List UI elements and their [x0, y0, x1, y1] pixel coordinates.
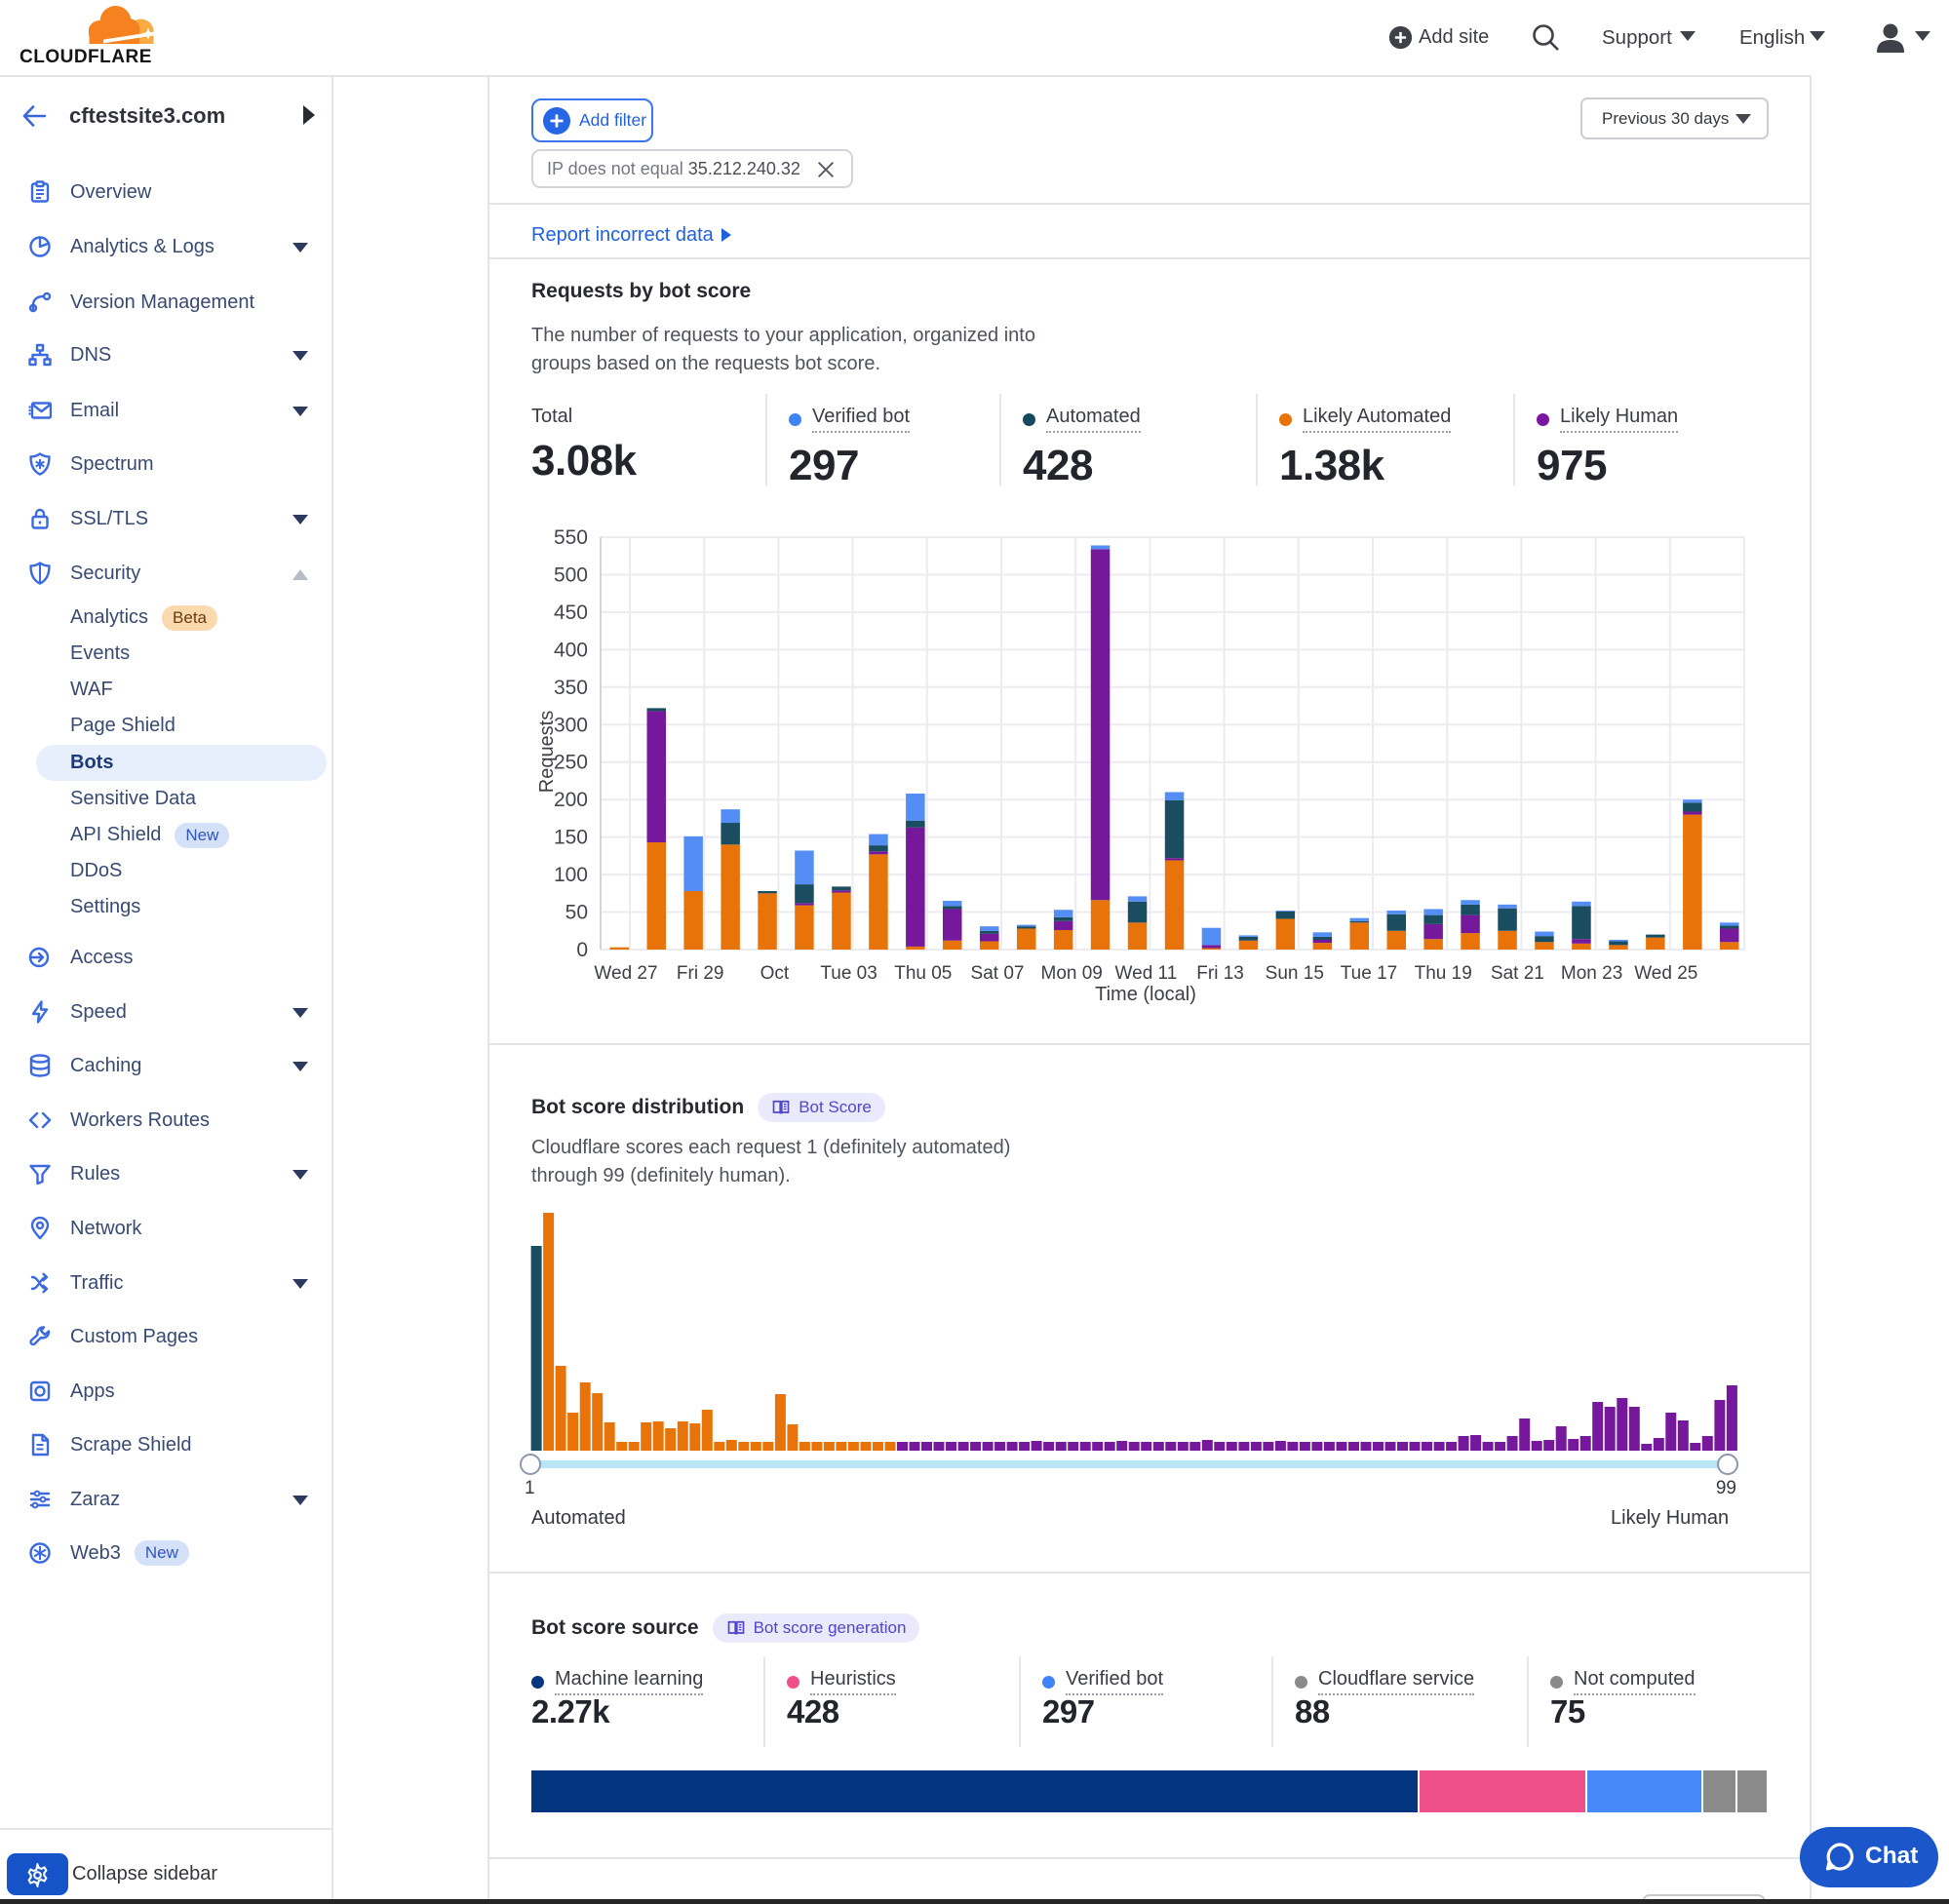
- svg-text:Oct: Oct: [760, 963, 790, 984]
- svg-text:Thu 19: Thu 19: [1415, 963, 1472, 984]
- svg-text:Fri 29: Fri 29: [677, 963, 724, 984]
- svg-text:300: 300: [554, 714, 588, 736]
- svg-text:50: 50: [565, 902, 588, 924]
- svg-text:500: 500: [554, 564, 588, 587]
- svg-text:350: 350: [554, 677, 588, 699]
- svg-text:Sat 21: Sat 21: [1491, 963, 1544, 984]
- svg-text:150: 150: [554, 827, 588, 849]
- svg-text:Wed 27: Wed 27: [594, 963, 657, 984]
- svg-text:250: 250: [554, 752, 588, 774]
- svg-text:Thu 05: Thu 05: [894, 963, 952, 984]
- svg-text:Wed 11: Wed 11: [1115, 963, 1178, 984]
- svg-text:0: 0: [576, 939, 588, 961]
- svg-text:Fri 13: Fri 13: [1196, 963, 1244, 984]
- svg-text:550: 550: [554, 526, 588, 549]
- svg-text:400: 400: [554, 639, 588, 661]
- svg-text:Wed 25: Wed 25: [1634, 963, 1697, 984]
- svg-text:Mon 09: Mon 09: [1041, 963, 1103, 984]
- svg-text:100: 100: [554, 864, 588, 886]
- svg-text:Tue 17: Tue 17: [1341, 963, 1397, 984]
- svg-text:Sun 15: Sun 15: [1266, 963, 1324, 984]
- svg-text:Mon 23: Mon 23: [1561, 963, 1622, 984]
- svg-text:Time (local): Time (local): [1095, 984, 1196, 1005]
- svg-text:Sat 07: Sat 07: [971, 963, 1025, 984]
- svg-text:Requests: Requests: [536, 711, 558, 794]
- svg-text:Tue 03: Tue 03: [820, 963, 877, 984]
- svg-text:200: 200: [554, 789, 588, 811]
- svg-text:450: 450: [554, 602, 588, 624]
